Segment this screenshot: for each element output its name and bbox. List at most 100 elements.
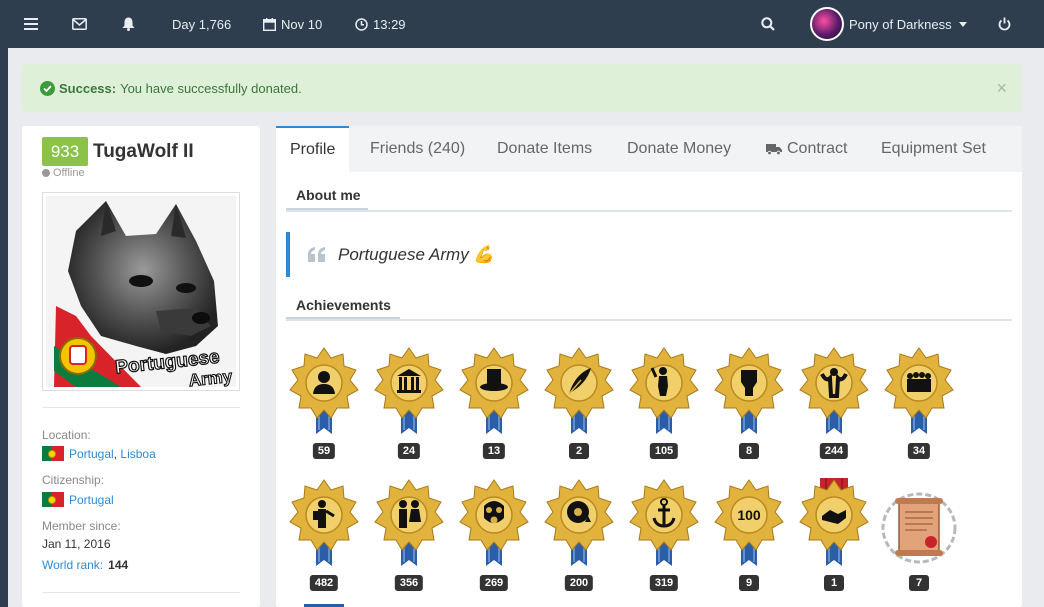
online-status: Offline bbox=[42, 167, 85, 179]
caret-down-icon bbox=[958, 21, 967, 27]
profile-tabs: Profile Friends (240) Donate Items Donat… bbox=[276, 126, 1022, 172]
menu-icon bbox=[24, 18, 38, 30]
congress-icon bbox=[374, 347, 444, 434]
achievement-item[interactable]: 356 bbox=[371, 478, 447, 598]
menu-button[interactable] bbox=[24, 0, 38, 48]
member-since-value: Jan 11, 2016 bbox=[42, 537, 111, 551]
alert-title: Success: bbox=[59, 80, 117, 96]
level-badge: 933 bbox=[42, 137, 88, 166]
logout-button[interactable] bbox=[998, 0, 1011, 48]
messages-button[interactable] bbox=[72, 0, 87, 48]
about-quote: Portuguese Army 💪 bbox=[286, 232, 1012, 277]
achievement-item[interactable]: 269 bbox=[456, 478, 532, 598]
truck-icon bbox=[766, 144, 782, 155]
gas-mask-icon bbox=[459, 479, 529, 566]
location-separator: , bbox=[113, 446, 118, 461]
achievement-count: 319 bbox=[649, 575, 679, 591]
player-name: TugaWolf II bbox=[93, 141, 194, 162]
location-region-link[interactable]: Lisboa bbox=[120, 447, 155, 461]
user-menu[interactable]: Pony of Darkness bbox=[810, 0, 967, 48]
status-text: Offline bbox=[53, 167, 85, 179]
tab-donate-items[interactable]: Donate Items bbox=[497, 126, 592, 172]
clock-icon bbox=[355, 17, 368, 31]
achievement-count: 2 bbox=[569, 443, 589, 459]
svg-text:100: 100 bbox=[737, 507, 761, 523]
achievement-item[interactable]: 2 bbox=[541, 346, 617, 466]
achievement-count: 9 bbox=[739, 575, 759, 591]
game-time: 13:29 bbox=[355, 0, 406, 48]
achievement-item[interactable]: 244 bbox=[796, 346, 872, 466]
tab-equipment-set-label: Equipment Set bbox=[881, 140, 986, 157]
achievement-item[interactable]: 105 bbox=[626, 346, 702, 466]
achievement-item[interactable]: 13 bbox=[456, 346, 532, 466]
mail-icon bbox=[72, 18, 87, 30]
world-rank-link[interactable]: World rank: bbox=[42, 558, 103, 572]
bell-icon bbox=[122, 17, 135, 31]
achievement-item[interactable]: 319 bbox=[626, 478, 702, 598]
achievement-count: 105 bbox=[649, 443, 679, 459]
achievement-item[interactable]: 7 bbox=[881, 478, 957, 598]
tab-equipment-set[interactable]: Equipment Set bbox=[881, 126, 986, 172]
quote-icon bbox=[308, 247, 325, 262]
tab-friends-label: Friends (240) bbox=[370, 140, 466, 157]
close-icon[interactable]: × bbox=[996, 78, 1007, 99]
achievement-item[interactable]: 34 bbox=[881, 346, 957, 466]
game-day: Day 1,766 bbox=[172, 0, 231, 48]
fist-icon bbox=[714, 347, 784, 434]
portugal-flag-icon bbox=[42, 492, 64, 507]
notifications-button[interactable] bbox=[122, 0, 135, 48]
profile-sidebar: 933 TugaWolf II Offline Portuguese Army … bbox=[22, 126, 260, 607]
achievement-count: 24 bbox=[397, 443, 421, 459]
check-circle-icon bbox=[40, 80, 55, 96]
tab-profile[interactable]: Profile bbox=[276, 126, 350, 172]
anchor-icon bbox=[629, 479, 699, 566]
world-rank-value: 144 bbox=[108, 558, 129, 572]
divider bbox=[42, 407, 240, 408]
tab-profile-label: Profile bbox=[290, 141, 336, 158]
search-icon bbox=[761, 17, 775, 31]
tab-donate-money-label: Donate Money bbox=[627, 140, 732, 157]
about-me-heading: About me bbox=[296, 187, 361, 203]
feather-icon bbox=[544, 347, 614, 434]
strongman-icon bbox=[799, 347, 869, 434]
user-avatar bbox=[810, 7, 844, 41]
army-icon bbox=[884, 347, 954, 434]
game-time-label: 13:29 bbox=[373, 16, 406, 32]
achievement-item[interactable]: 59 bbox=[286, 346, 362, 466]
citizenship-label: Citizenship: bbox=[42, 473, 105, 487]
achievements-heading: Achievements bbox=[296, 297, 391, 313]
citizenship-value: Portugal bbox=[42, 492, 114, 507]
wolf-avatar-image: Portuguese Army bbox=[46, 196, 236, 391]
achievement-count: 8 bbox=[739, 443, 759, 459]
location-country-link[interactable]: Portugal bbox=[69, 447, 114, 461]
citizen-icon bbox=[289, 347, 359, 434]
portugal-flag-icon bbox=[42, 446, 64, 461]
tab-donate-money[interactable]: Donate Money bbox=[627, 126, 731, 172]
tab-friends[interactable]: Friends (240) bbox=[370, 126, 465, 172]
achievement-count: 13 bbox=[482, 443, 506, 459]
tab-donate-items-label: Donate Items bbox=[497, 140, 593, 157]
achievement-count: 7 bbox=[909, 575, 929, 591]
achievement-item[interactable]: 482 bbox=[286, 478, 362, 598]
achievement-item[interactable]: 24 bbox=[371, 346, 447, 466]
world-rank: World rank: 144 bbox=[42, 558, 128, 572]
section-divider bbox=[286, 210, 1012, 212]
user-name: Pony of Darkness bbox=[849, 16, 952, 32]
achievement-count: 482 bbox=[309, 575, 339, 591]
divider bbox=[42, 592, 240, 593]
achievement-item[interactable]: 200 bbox=[541, 478, 617, 598]
citizenship-link[interactable]: Portugal bbox=[69, 493, 114, 507]
location-value: Portugal, Lisboa bbox=[42, 446, 156, 461]
achievement-item[interactable]: 8 bbox=[711, 346, 787, 466]
search-button[interactable] bbox=[761, 0, 775, 48]
tab-contract[interactable]: Contract bbox=[766, 126, 847, 172]
handshake-medal-icon bbox=[799, 478, 869, 566]
achievement-item[interactable]: 1 bbox=[796, 478, 872, 598]
scroll-icon bbox=[881, 492, 957, 564]
section-divider bbox=[286, 319, 1012, 321]
calendar-icon bbox=[263, 17, 276, 31]
game-day-label: Day 1,766 bbox=[172, 16, 232, 32]
achievement-item[interactable]: 100 9 bbox=[711, 478, 787, 598]
location-label: Location: bbox=[42, 428, 91, 442]
section-underline bbox=[286, 208, 368, 210]
